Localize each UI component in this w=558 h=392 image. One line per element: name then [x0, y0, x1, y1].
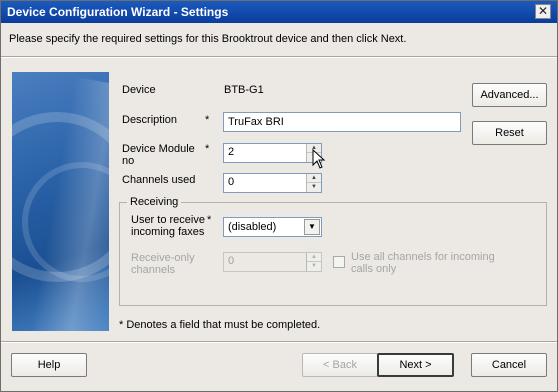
- module-label-line1: Device Module: [122, 143, 195, 155]
- spin-down-icon[interactable]: ▼: [307, 183, 321, 192]
- use-all-channels-checkbox[interactable]: [333, 256, 345, 268]
- chevron-down-icon[interactable]: ▼: [304, 219, 320, 235]
- device-value: BTB-G1: [224, 84, 264, 96]
- user-receive-select[interactable]: (disabled) ▼: [223, 217, 322, 237]
- help-button[interactable]: Help: [11, 353, 87, 377]
- module-label-line2: no: [122, 155, 135, 167]
- spin-up-icon[interactable]: ▲: [307, 253, 321, 262]
- back-button[interactable]: < Back: [302, 353, 378, 377]
- footer-separator: [1, 341, 557, 343]
- spin-down-icon[interactable]: ▼: [307, 262, 321, 271]
- advanced-button[interactable]: Advanced...: [472, 83, 547, 107]
- use-all-channels-label-line2: calls only: [351, 263, 397, 275]
- user-receive-value: (disabled): [228, 221, 277, 233]
- user-receive-label-line2: incoming faxes: [131, 226, 205, 238]
- required-footnote: * Denotes a field that must be completed…: [119, 319, 321, 331]
- close-button[interactable]: ✕: [535, 4, 551, 19]
- module-stepper[interactable]: 2 ▲ ▼: [223, 143, 322, 163]
- wizard-side-graphic: [12, 72, 109, 331]
- channels-stepper[interactable]: 0 ▲ ▼: [223, 173, 322, 193]
- next-button[interactable]: Next >: [377, 353, 454, 377]
- description-input[interactable]: TruFax BRI: [223, 112, 461, 132]
- spin-up-icon[interactable]: ▲: [307, 174, 321, 183]
- module-value: 2: [228, 146, 235, 158]
- description-label: Description: [122, 114, 178, 126]
- cancel-button[interactable]: Cancel: [471, 353, 547, 377]
- mouse-cursor-icon: [312, 149, 326, 169]
- required-marker: *: [205, 143, 210, 155]
- user-receive-label: User to receive incoming faxes: [131, 214, 205, 238]
- instructions-text: Please specify the required settings for…: [9, 33, 407, 45]
- module-label: Device Module no: [122, 143, 195, 167]
- required-marker: *: [207, 214, 212, 226]
- use-all-channels-label: Use all channels for incoming calls only: [351, 251, 495, 275]
- wizard-window: Device Configuration Wizard - Settings ✕…: [0, 0, 558, 392]
- header-separator: [1, 56, 557, 58]
- use-all-channels-label-line1: Use all channels for incoming: [351, 251, 495, 263]
- device-label: Device: [122, 84, 156, 96]
- receiving-group-title: Receiving: [127, 196, 182, 208]
- receive-only-stepper[interactable]: 0 ▲ ▼: [223, 252, 322, 272]
- required-marker: *: [205, 114, 210, 126]
- close-icon: ✕: [537, 4, 549, 18]
- user-receive-label-line1: User to receive: [131, 214, 205, 226]
- window-title: Device Configuration Wizard - Settings: [7, 5, 229, 19]
- spin-arrows: ▲ ▼: [306, 253, 321, 271]
- channels-value: 0: [228, 176, 235, 188]
- reset-button[interactable]: Reset: [472, 121, 547, 145]
- spin-arrows: ▲ ▼: [306, 174, 321, 192]
- receive-only-value: 0: [228, 255, 235, 267]
- receive-only-label-line2: channels: [131, 264, 176, 276]
- title-bar[interactable]: Device Configuration Wizard - Settings ✕: [1, 1, 557, 23]
- channels-label: Channels used: [122, 174, 196, 186]
- receive-only-label-line1: Receive-only: [131, 252, 195, 264]
- receive-only-label: Receive-only channels: [131, 252, 195, 276]
